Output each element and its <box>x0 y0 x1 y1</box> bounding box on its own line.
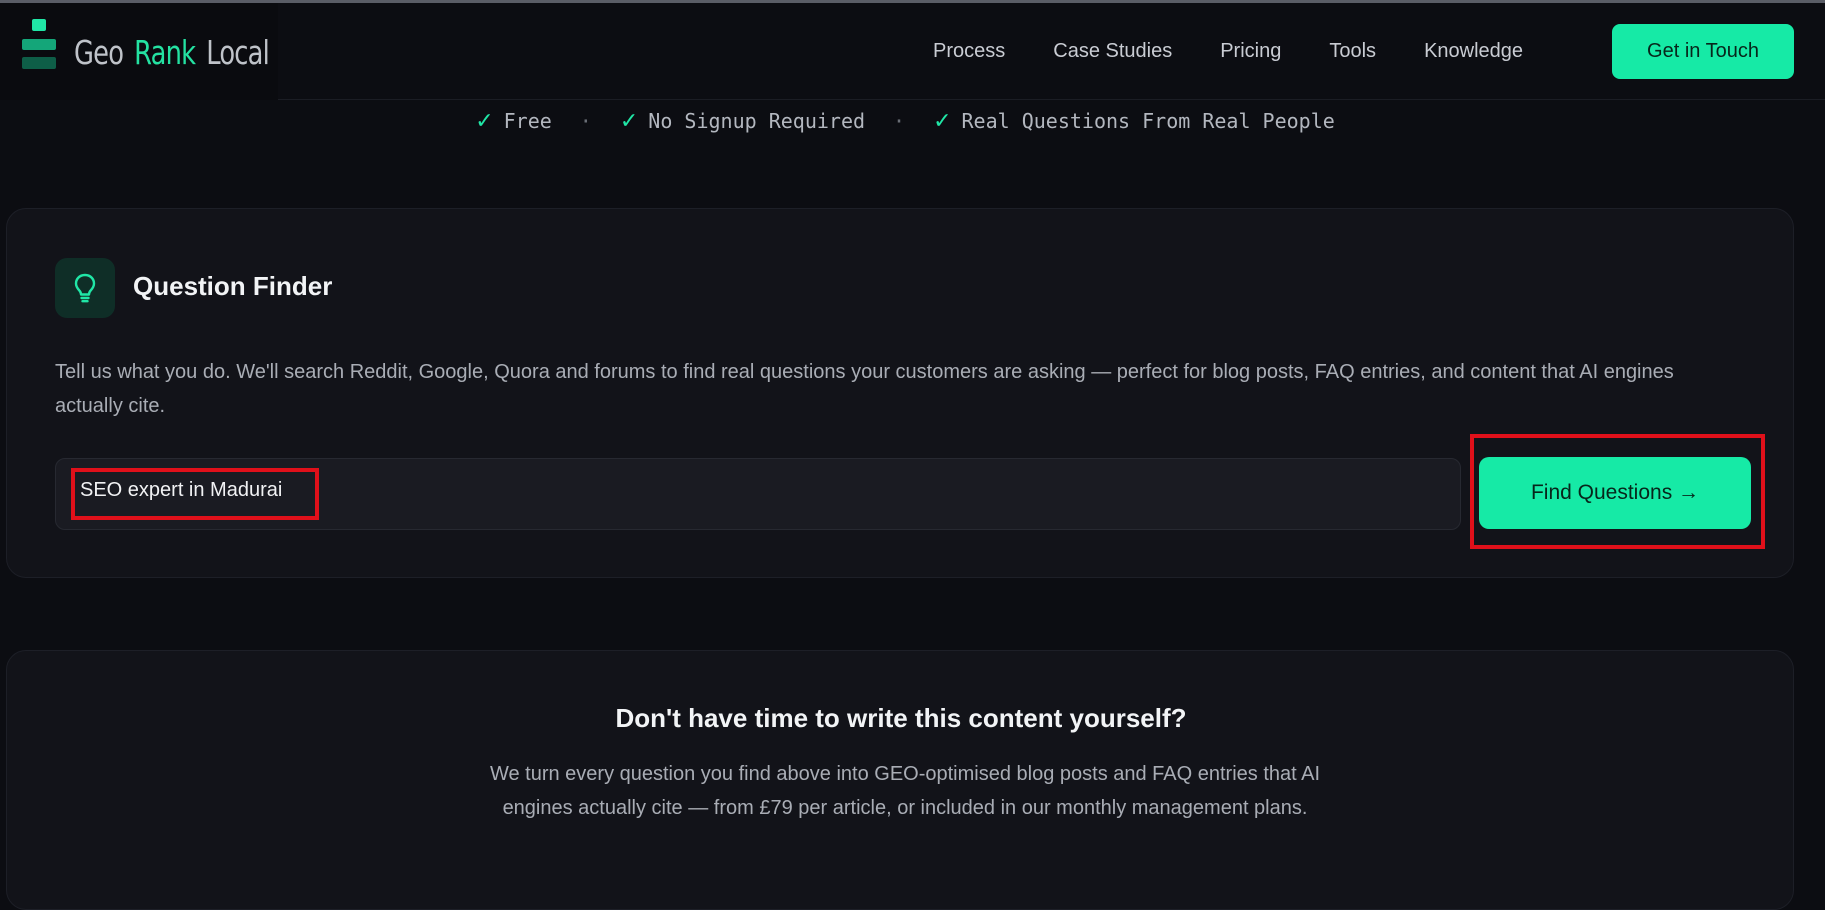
logo-word-rank: Rank <box>134 32 196 72</box>
badge-label: Real Questions From Real People <box>961 109 1335 133</box>
check-icon: ✓ <box>475 108 494 134</box>
finder-description: Tell us what you do. We'll search Reddit… <box>55 361 1674 417</box>
nav-pricing[interactable]: Pricing <box>1220 40 1281 63</box>
check-icon: ✓ <box>933 108 952 134</box>
badge-label: Free <box>503 109 552 133</box>
nav-case-studies[interactable]: Case Studies <box>1053 40 1172 63</box>
logo-text: Geo Rank Local <box>74 27 270 77</box>
logo-word-geo: Geo <box>74 32 124 72</box>
search-input-value[interactable]: SEO expert in Madurai <box>80 479 282 502</box>
find-questions-button[interactable]: Find Questions → <box>1479 457 1751 529</box>
logo[interactable]: Geo Rank Local <box>0 3 278 100</box>
badge-separator: · <box>893 109 906 133</box>
nav-knowledge[interactable]: Knowledge <box>1424 40 1523 63</box>
feature-badges: ✓ Free · ✓ No Signup Required · ✓ Real Q… <box>0 106 1825 136</box>
promo-title: Don't have time to write this content yo… <box>615 703 1187 733</box>
nav-tools[interactable]: Tools <box>1329 40 1376 63</box>
finder-title: Question Finder <box>133 271 333 301</box>
content-service-card: Don't have time to write this content yo… <box>6 650 1794 910</box>
promo-text: We turn every question you find above in… <box>489 763 1321 819</box>
badge-free: ✓ Free <box>475 109 552 134</box>
nav-process[interactable]: Process <box>933 40 1005 63</box>
stacked-bars-icon <box>22 19 58 79</box>
badge-real-questions: ✓ Real Questions From Real People <box>933 109 1335 134</box>
question-finder-card: Question Finder Tell us what you do. We'… <box>6 208 1794 578</box>
badge-no-signup: ✓ No Signup Required <box>620 109 865 134</box>
lightbulb-icon <box>55 258 115 318</box>
check-icon: ✓ <box>619 108 639 134</box>
main-nav: Process Case Studies Pricing Tools Knowl… <box>933 3 1571 100</box>
get-in-touch-button[interactable]: Get in Touch <box>1612 24 1794 79</box>
site-header: Geo Rank Local Process Case Studies Pric… <box>0 3 1825 100</box>
badge-separator: · <box>579 109 592 133</box>
badge-label: No Signup Required <box>648 109 866 133</box>
logo-word-local: Local <box>206 32 270 72</box>
